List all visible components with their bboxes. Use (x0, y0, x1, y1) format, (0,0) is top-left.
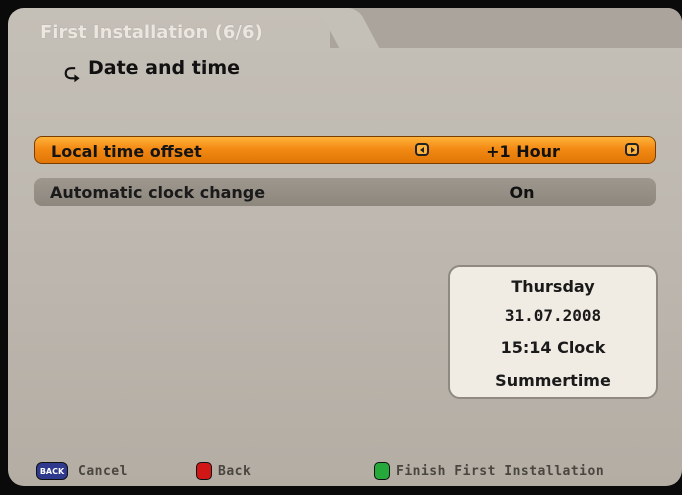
date-time-info-box: Thursday 31.07.2008 15:14 Clock Summerti… (448, 265, 658, 399)
setting-automatic-clock-change[interactable]: Automatic clock change On (34, 178, 656, 206)
page-title: First Installation (6/6) (40, 22, 263, 43)
info-day: Thursday (511, 277, 595, 296)
cancel-label: Cancel (78, 463, 128, 479)
setting-label: Automatic clock change (50, 183, 266, 202)
section-title: Date and time (88, 57, 241, 79)
back-button[interactable]: Back (196, 460, 251, 482)
setting-label: Local time offset (51, 142, 202, 161)
setting-value: +1 Hour (486, 142, 560, 161)
finish-label: Finish First Installation (396, 463, 605, 479)
info-time: 15:14 Clock (500, 338, 606, 357)
back-label: Back (218, 463, 252, 479)
green-key-icon (374, 462, 390, 480)
arrow-left-icon[interactable] (415, 143, 429, 156)
back-key-icon: BACK (36, 462, 68, 480)
info-date: 31.07.2008 (504, 306, 602, 325)
setting-value: On (509, 183, 535, 202)
finish-button[interactable]: Finish First Installation (374, 460, 604, 482)
footer-bar: BACK Cancel Back Finish First Installati… (0, 460, 682, 484)
setting-local-time-offset[interactable]: Local time offset +1 Hour (34, 136, 656, 164)
redo-arrow-icon: ⮎ (64, 60, 81, 84)
arrow-right-icon[interactable] (625, 143, 639, 156)
content: First Installation (6/6) ⮎ Date and time… (0, 0, 682, 495)
red-key-icon (196, 462, 212, 480)
info-note: Summertime (495, 371, 611, 390)
cancel-button[interactable]: BACK Cancel (36, 460, 128, 482)
